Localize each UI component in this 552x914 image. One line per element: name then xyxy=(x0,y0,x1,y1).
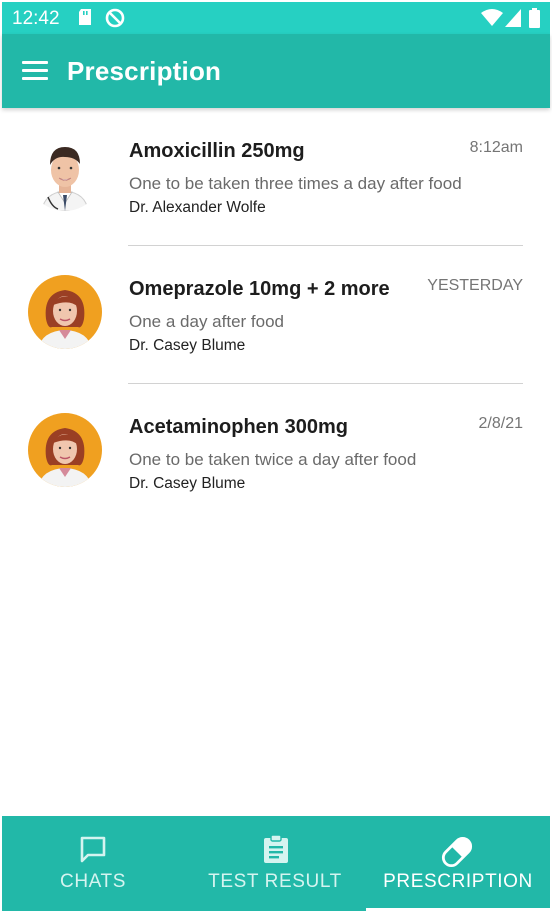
app-bar: Prescription xyxy=(2,34,550,108)
list-item[interactable]: Omeprazole 10mg + 2 more YESTERDAY One a… xyxy=(0,246,552,384)
doctor-name: Dr. Casey Blume xyxy=(129,475,246,492)
timestamp: 8:12am xyxy=(469,139,523,156)
tab-label: CHATS xyxy=(60,871,126,892)
battery-icon xyxy=(529,8,540,28)
tab-prescription[interactable]: PRESCRIPTION xyxy=(366,816,550,911)
cell-signal-icon xyxy=(505,9,521,27)
medication-name: Amoxicillin 250mg xyxy=(129,140,305,162)
list-item[interactable]: Acetaminophen 300mg 2/8/21 One to be tak… xyxy=(0,384,552,522)
avatar xyxy=(28,275,102,349)
timestamp: 2/8/21 xyxy=(478,415,523,432)
bottom-navigation: CHATS TEST RESULT PRESCRIPTION xyxy=(2,816,550,911)
dosage-instructions: One a day after food xyxy=(129,312,284,331)
do-not-disturb-icon xyxy=(105,8,125,28)
status-time: 12:42 xyxy=(12,8,60,29)
active-tab-indicator xyxy=(366,908,550,911)
doctor-name: Dr. Casey Blume xyxy=(129,337,246,354)
female-doctor-photo xyxy=(28,413,102,487)
male-doctor-photo xyxy=(28,137,102,211)
wifi-icon xyxy=(481,9,503,26)
list-item[interactable]: Amoxicillin 250mg 8:12am One to be taken… xyxy=(0,108,552,246)
medication-name: Omeprazole 10mg + 2 more xyxy=(129,278,390,300)
dosage-instructions: One to be taken three times a day after … xyxy=(129,174,462,193)
chat-bubble-icon xyxy=(80,836,106,863)
status-bar: 12:42 xyxy=(2,2,550,34)
doctor-name: Dr. Alexander Wolfe xyxy=(129,199,266,216)
hamburger-menu-icon[interactable] xyxy=(22,61,48,81)
tab-label: TEST RESULT xyxy=(208,871,342,892)
tab-chats[interactable]: CHATS xyxy=(2,816,184,911)
clipboard-icon xyxy=(264,834,288,863)
page-title: Prescription xyxy=(67,56,222,86)
timestamp: YESTERDAY xyxy=(427,277,523,294)
sd-card-icon xyxy=(79,9,91,25)
tab-test-result[interactable]: TEST RESULT xyxy=(184,816,366,911)
avatar xyxy=(28,413,102,487)
female-doctor-photo xyxy=(28,275,102,349)
tab-label: PRESCRIPTION xyxy=(383,871,533,892)
pill-icon xyxy=(441,836,473,868)
dosage-instructions: One to be taken twice a day after food xyxy=(129,450,417,469)
avatar xyxy=(28,137,102,211)
medication-name: Acetaminophen 300mg xyxy=(129,416,348,438)
